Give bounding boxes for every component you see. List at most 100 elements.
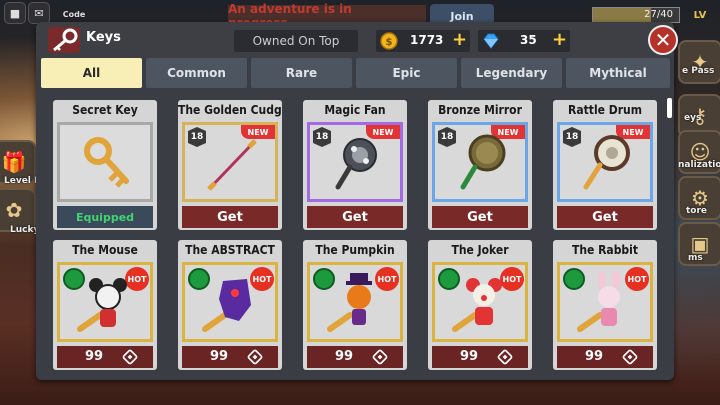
staff-icon bbox=[207, 139, 257, 191]
coin-icon: $ bbox=[380, 32, 398, 50]
code-label: Code bbox=[62, 9, 86, 19]
close-icon: ✕ bbox=[654, 28, 672, 52]
get-button[interactable]: Get bbox=[432, 206, 528, 228]
key-name: The Rabbit bbox=[571, 243, 639, 257]
key-frame: 18 NEW bbox=[182, 122, 278, 202]
golden-key-icon bbox=[84, 137, 129, 188]
key-name: Magic Fan bbox=[324, 103, 386, 117]
svg-text:$: $ bbox=[386, 37, 393, 48]
joker-icon bbox=[452, 278, 502, 332]
add-gems-button[interactable]: + bbox=[552, 29, 567, 50]
key-card-bronze-mirror[interactable]: Bronze Mirror 18 NEW Get bbox=[428, 100, 532, 230]
mouse-icon bbox=[77, 278, 127, 332]
price-button[interactable]: 99 bbox=[432, 346, 528, 368]
key-frame: HOT bbox=[432, 262, 528, 342]
tab-common[interactable]: Common bbox=[146, 58, 247, 88]
side-label-keys: eys bbox=[684, 113, 702, 123]
roblox-icon[interactable]: ■ bbox=[4, 2, 26, 24]
price-value: 99 bbox=[210, 349, 229, 364]
get-button[interactable]: Get bbox=[307, 206, 403, 228]
key-grid: Secret Key Equipped The Golden Cudgel 18… bbox=[53, 100, 665, 380]
equipped-status: Equipped bbox=[57, 206, 153, 228]
key-name: The Mouse bbox=[72, 243, 138, 257]
gift-icon: 🎁 bbox=[1, 150, 27, 174]
side-label-items: ms bbox=[688, 253, 703, 263]
level-progress-fill bbox=[593, 8, 652, 22]
price-value: 99 bbox=[335, 349, 354, 364]
panel-header: Keys Owned On Top $ 1773 + 35 + ✕ bbox=[36, 22, 678, 58]
key-icon bbox=[48, 27, 80, 53]
key-card-golden-cudgel[interactable]: The Golden Cudgel 18 NEW Get bbox=[178, 100, 282, 230]
key-card-the-pumpkin[interactable]: The Pumpkin HOT 99 bbox=[303, 240, 407, 370]
robux-icon bbox=[496, 348, 514, 366]
price-value: 99 bbox=[460, 349, 479, 364]
robux-icon bbox=[121, 348, 139, 366]
price-button[interactable]: 99 bbox=[182, 346, 278, 368]
keys-panel: Keys Owned On Top $ 1773 + 35 + ✕ All Co… bbox=[36, 22, 678, 380]
key-name: The ABSTRACT bbox=[185, 243, 275, 257]
close-button[interactable]: ✕ bbox=[648, 25, 678, 55]
key-frame: 18 NEW bbox=[557, 122, 653, 202]
rarity-tabs: All Common Rare Epic Legendary Mythical bbox=[41, 58, 672, 88]
level-progress-text: 27/40 bbox=[644, 9, 673, 20]
gem-amount: 35 bbox=[520, 33, 537, 47]
key-frame: HOT bbox=[557, 262, 653, 342]
key-name: The Joker bbox=[451, 243, 509, 257]
key-frame: HOT bbox=[57, 262, 153, 342]
key-frame: 18 NEW bbox=[307, 122, 403, 202]
panel-title: Keys bbox=[86, 30, 121, 45]
mirror-icon bbox=[460, 134, 506, 190]
key-card-the-abstract[interactable]: The ABSTRACT HOT 99 bbox=[178, 240, 282, 370]
tab-legendary[interactable]: Legendary bbox=[461, 58, 562, 88]
key-name: Rattle Drum bbox=[568, 103, 642, 117]
pass-button[interactable]: ✦ bbox=[678, 40, 720, 84]
scrollbar[interactable] bbox=[667, 98, 672, 118]
coin-amount: 1773 bbox=[410, 33, 444, 47]
tab-mythical[interactable]: Mythical bbox=[566, 58, 670, 88]
key-name: The Golden Cudgel bbox=[178, 103, 282, 117]
key-frame: HOT bbox=[182, 262, 278, 342]
robux-icon bbox=[371, 348, 389, 366]
key-name: The Pumpkin bbox=[315, 243, 395, 257]
side-label-store: tore bbox=[686, 206, 708, 216]
key-card-magic-fan[interactable]: Magic Fan 18 NEW Get bbox=[303, 100, 407, 230]
gem-counter: 35 + bbox=[478, 29, 570, 52]
get-button[interactable]: Get bbox=[557, 206, 653, 228]
side-label-personalization: nalization bbox=[678, 160, 720, 170]
tab-epic[interactable]: Epic bbox=[356, 58, 457, 88]
key-frame bbox=[57, 122, 153, 202]
key-card-the-mouse[interactable]: The Mouse HOT 99 bbox=[53, 240, 157, 370]
key-frame: 18 NEW bbox=[432, 122, 528, 202]
get-button[interactable]: Get bbox=[182, 206, 278, 228]
key-name: Bronze Mirror bbox=[438, 103, 522, 117]
side-label-pass: e Pass bbox=[682, 66, 715, 76]
level-badge: LV bbox=[693, 9, 707, 21]
robux-icon bbox=[246, 348, 264, 366]
fan-icon bbox=[335, 138, 377, 190]
add-coins-button[interactable]: + bbox=[452, 29, 467, 50]
coin-counter: $ 1773 + bbox=[376, 29, 470, 52]
side-label-lucky: Lucky bbox=[10, 225, 40, 235]
rabbit-icon bbox=[577, 271, 620, 332]
price-button[interactable]: 99 bbox=[57, 346, 153, 368]
key-card-the-rabbit[interactable]: The Rabbit HOT 99 bbox=[553, 240, 657, 370]
key-card-secret-key[interactable]: Secret Key Equipped bbox=[53, 100, 157, 230]
tab-rare[interactable]: Rare bbox=[251, 58, 352, 88]
tab-all[interactable]: All bbox=[41, 58, 142, 88]
level-progress-bar: 27/40 bbox=[592, 7, 680, 23]
price-button[interactable]: 99 bbox=[557, 346, 653, 368]
price-value: 99 bbox=[585, 349, 604, 364]
pumpkin-icon bbox=[327, 273, 372, 332]
key-card-the-joker[interactable]: The Joker HOT 99 bbox=[428, 240, 532, 370]
price-button[interactable]: 99 bbox=[307, 346, 403, 368]
sort-owned-button[interactable]: Owned On Top bbox=[234, 30, 358, 52]
robux-icon bbox=[621, 348, 639, 366]
key-card-rattle-drum[interactable]: Rattle Drum 18 NEW Get bbox=[553, 100, 657, 230]
price-value: 99 bbox=[85, 349, 104, 364]
diamond-icon bbox=[483, 33, 499, 49]
key-frame: HOT bbox=[307, 262, 403, 342]
drum-icon bbox=[583, 135, 630, 190]
chat-icon[interactable]: ✉ bbox=[28, 2, 50, 24]
abstract-icon bbox=[202, 279, 251, 332]
key-name: Secret Key bbox=[72, 103, 138, 117]
